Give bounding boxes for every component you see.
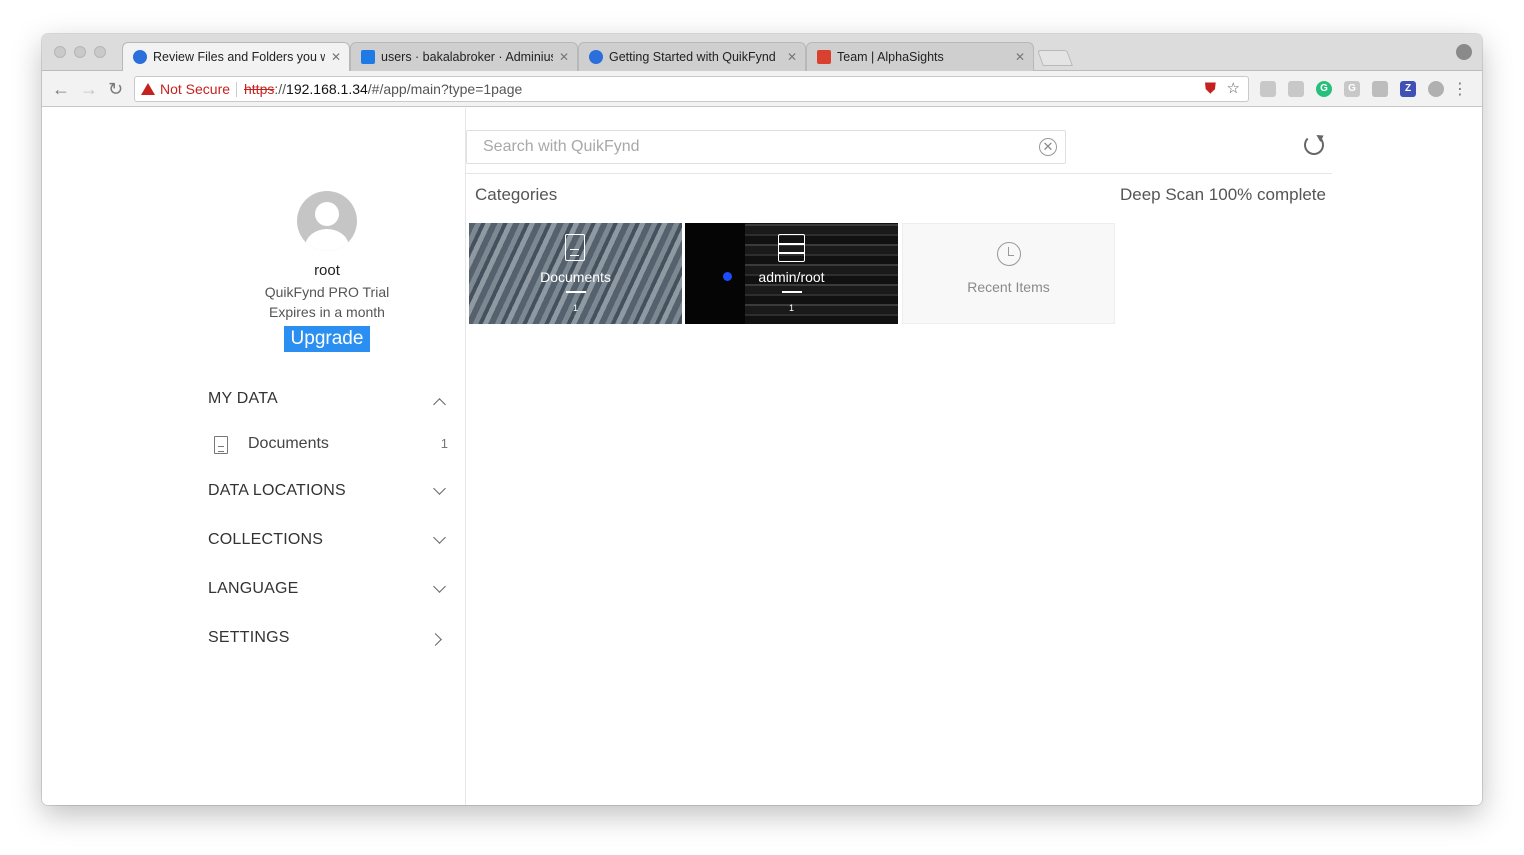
sidebar-item-label: Documents	[248, 435, 329, 452]
tile-label: Recent Items	[967, 279, 1050, 295]
plan-expiry: Expires in a month	[269, 304, 385, 320]
sidebar-section-collections[interactable]: COLLECTIONS	[208, 531, 448, 555]
menu-kebab-icon[interactable]: ⋮	[1452, 79, 1468, 99]
url-host: 192.168.1.34	[286, 81, 368, 97]
category-tile-documents[interactable]: Documents 1	[469, 223, 682, 324]
browser-toolbar: ← → ↻ Not Secure https://192.168.1.34/#/…	[42, 71, 1482, 107]
main-divider	[466, 173, 1332, 174]
clear-search-icon[interactable]: ✕	[1039, 138, 1057, 156]
tile-rule	[566, 291, 586, 293]
alphasights-favicon-icon	[817, 50, 831, 64]
plan-name: QuikFynd PRO Trial	[264, 284, 390, 300]
tab-label: users · bakalabroker · Adminius	[381, 50, 553, 64]
url-text[interactable]: https://192.168.1.34/#/app/main?type=1pa…	[244, 77, 522, 101]
chevron-up-icon	[433, 398, 446, 411]
shield-blocked-icon[interactable]: ⛊	[1205, 81, 1216, 97]
avatar	[297, 191, 357, 251]
url-scheme: https	[244, 81, 275, 97]
tab-users-adminius[interactable]: users · bakalabroker · Adminius ✕	[350, 42, 578, 71]
zoom-window-button[interactable]	[94, 46, 106, 58]
sidebar-section-data-locations[interactable]: DATA LOCATIONS	[208, 482, 448, 506]
security-indicator[interactable]: Not Secure	[141, 77, 230, 101]
chevron-down-icon	[433, 531, 446, 544]
search-input[interactable]	[467, 131, 1027, 163]
section-label: COLLECTIONS	[208, 531, 324, 548]
quikfynd-favicon-icon	[589, 50, 603, 64]
categories-title: Categories	[475, 185, 558, 204]
grammarly-icon[interactable]: G	[1316, 81, 1332, 97]
address-bar[interactable]: Not Secure https://192.168.1.34/#/app/ma…	[134, 76, 1249, 102]
tab-strip: Review Files and Folders you w ✕ users ·…	[42, 34, 1482, 71]
tile-count: 1	[572, 303, 578, 313]
app-page: root QuikFynd PRO Trial Expires in a mon…	[42, 108, 1482, 805]
chevron-down-icon	[433, 482, 446, 495]
google-drive-icon[interactable]	[1288, 81, 1304, 97]
extension-cloud-icon[interactable]	[1260, 81, 1276, 97]
sidebar-item-documents[interactable]: Documents 1	[214, 435, 448, 459]
section-label: MY DATA	[208, 390, 278, 407]
chevron-right-icon	[429, 633, 442, 646]
search-box: ✕	[466, 130, 1066, 164]
tab-label: Review Files and Folders you w	[153, 50, 325, 64]
refresh-icon[interactable]	[1304, 135, 1324, 155]
category-tile-admin-root[interactable]: admin/root 1	[685, 223, 898, 324]
reload-icon[interactable]: ↻	[108, 79, 123, 99]
close-window-button[interactable]	[54, 46, 66, 58]
extension-gear-icon[interactable]	[1428, 81, 1444, 97]
close-tab-icon[interactable]: ✕	[331, 43, 341, 71]
upgrade-button[interactable]: Upgrade	[284, 326, 370, 352]
profile-icon[interactable]	[1456, 44, 1472, 60]
warning-icon	[141, 83, 155, 95]
clock-icon	[997, 242, 1021, 266]
close-tab-icon[interactable]: ✕	[787, 43, 797, 71]
tab-getting-started[interactable]: Getting Started with QuikFynd ✕	[578, 42, 806, 71]
forward-arrow-icon[interactable]: →	[80, 79, 98, 99]
tab-review-files[interactable]: Review Files and Folders you w ✕	[122, 42, 350, 71]
minimize-window-button[interactable]	[74, 46, 86, 58]
quikfynd-favicon-icon	[133, 50, 147, 64]
cast-icon[interactable]	[1372, 81, 1388, 97]
back-arrow-icon[interactable]: ←	[52, 79, 70, 99]
tile-rule	[782, 291, 802, 293]
new-tab-button[interactable]	[1037, 50, 1073, 66]
chevron-down-icon	[433, 580, 446, 593]
tab-alphasights[interactable]: Team | AlphaSights ✕	[806, 42, 1034, 71]
sidebar-section-language[interactable]: LANGUAGE	[208, 580, 448, 604]
adminius-favicon-icon	[361, 50, 375, 64]
close-tab-icon[interactable]: ✕	[1015, 43, 1025, 71]
zotero-icon[interactable]: Z	[1400, 81, 1416, 97]
url-path: /#/app/main?type=1page	[367, 81, 523, 97]
security-label: Not Secure	[160, 81, 231, 97]
section-label: LANGUAGE	[208, 580, 299, 597]
bookmark-star-icon[interactable]: ☆	[1227, 81, 1240, 97]
sidebar-section-settings[interactable]: SETTINGS	[208, 629, 448, 653]
sidebar-item-count: 1	[440, 436, 448, 451]
sidebar: root QuikFynd PRO Trial Expires in a mon…	[42, 108, 466, 805]
omnibox-separator	[236, 82, 237, 97]
category-tile-recent-items[interactable]: Recent Items	[902, 223, 1115, 324]
section-label: SETTINGS	[208, 629, 290, 646]
server-icon	[778, 234, 805, 262]
section-label: DATA LOCATIONS	[208, 482, 346, 499]
document-icon	[565, 234, 585, 261]
tab-label: Team | AlphaSights	[837, 50, 944, 64]
tile-count: 1	[788, 303, 794, 313]
tile-label: admin/root	[758, 269, 825, 285]
close-tab-icon[interactable]: ✕	[559, 43, 569, 71]
browser-window: Review Files and Folders you w ✕ users ·…	[42, 34, 1482, 805]
username: root	[314, 262, 340, 279]
tile-label: Documents	[540, 269, 611, 285]
document-icon	[214, 436, 228, 454]
tab-label: Getting Started with QuikFynd	[609, 50, 776, 64]
extension-g-icon[interactable]: G	[1344, 81, 1360, 97]
scan-status: Deep Scan 100% complete	[1119, 185, 1326, 204]
sidebar-section-my-data[interactable]: MY DATA	[208, 390, 448, 414]
